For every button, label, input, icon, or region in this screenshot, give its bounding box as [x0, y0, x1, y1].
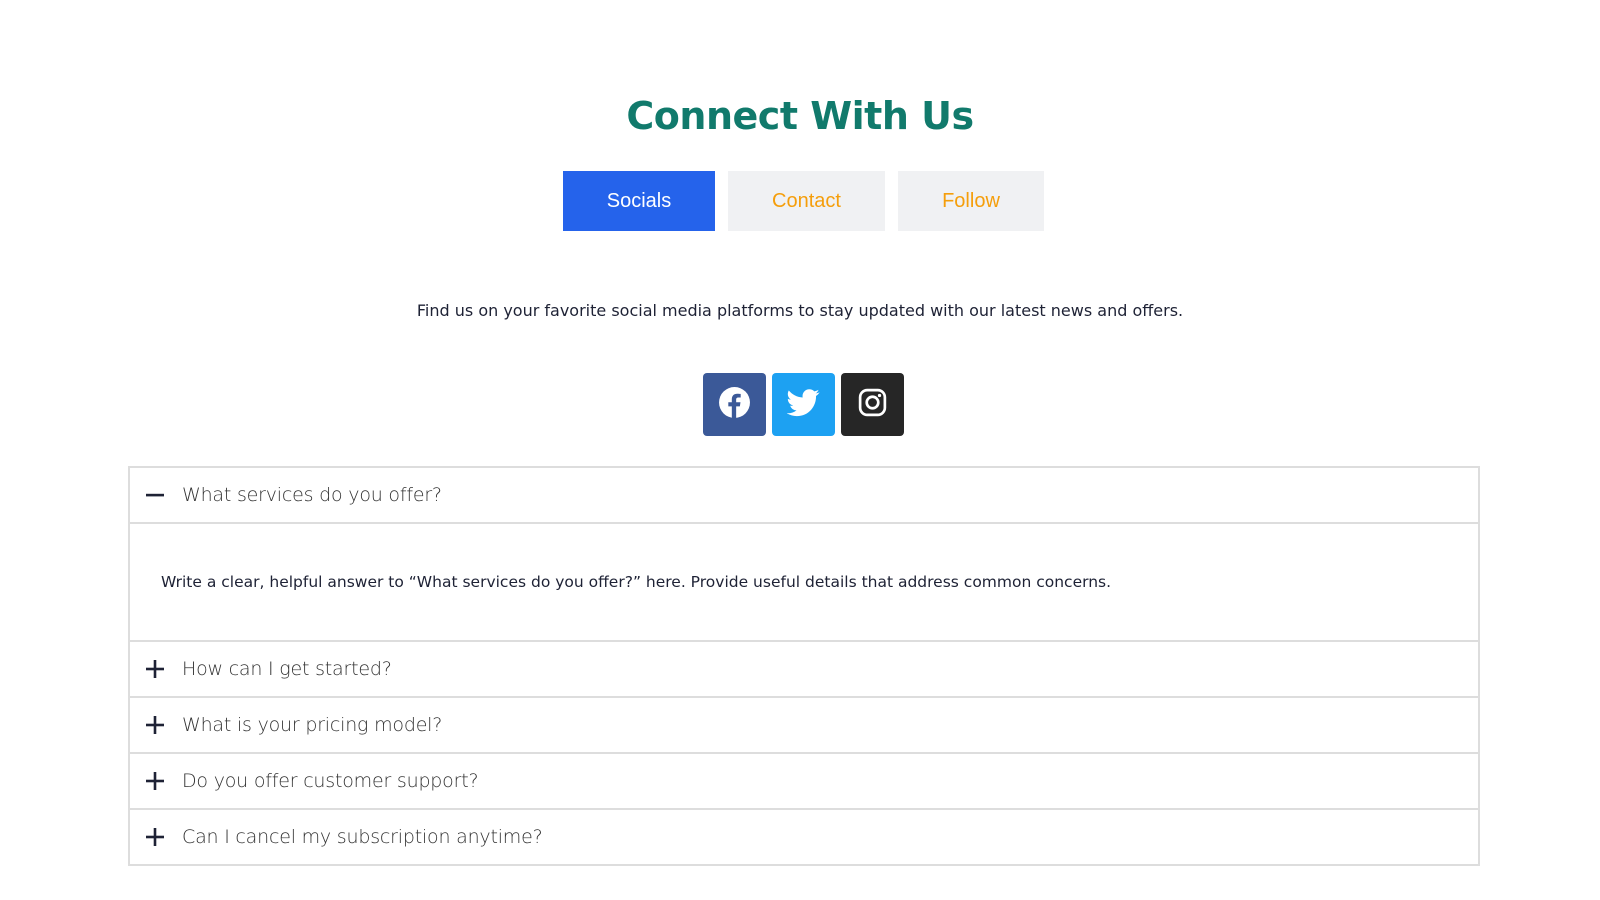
faq-answer: Write a clear, helpful answer to “What s…	[130, 522, 1478, 640]
faq-item: What services do you offer? Write a clea…	[130, 468, 1478, 642]
plus-icon	[142, 824, 168, 850]
plus-icon	[142, 712, 168, 738]
faq-question-text: Do you offer customer support?	[182, 770, 479, 792]
facebook-button[interactable]	[703, 373, 766, 436]
social-icons	[703, 373, 904, 436]
instagram-icon	[856, 386, 889, 423]
tab-follow[interactable]: Follow	[898, 171, 1044, 231]
plus-icon	[142, 656, 168, 682]
faq-question-pricing[interactable]: What is your pricing model?	[130, 698, 1478, 752]
faq-question-cancel[interactable]: Can I cancel my subscription anytime?	[130, 810, 1478, 864]
faq-item: What is your pricing model?	[130, 698, 1478, 754]
faq-question-text: What services do you offer?	[182, 484, 442, 506]
page-title: Connect With Us	[626, 94, 974, 138]
faq-item: Can I cancel my subscription anytime?	[130, 810, 1478, 864]
tagline: Find us on your favorite social media pl…	[416, 301, 1184, 320]
plus-icon	[142, 768, 168, 794]
faq-accordion: What services do you offer? Write a clea…	[128, 466, 1480, 866]
faq-question-text: Can I cancel my subscription anytime?	[182, 826, 543, 848]
twitter-icon	[786, 386, 820, 423]
page: Connect With Us Socials Contact Follow F…	[0, 0, 1600, 900]
faq-question-text: What is your pricing model?	[182, 714, 443, 736]
twitter-button[interactable]	[772, 373, 835, 436]
minus-icon	[142, 482, 168, 508]
facebook-icon	[718, 386, 751, 423]
tab-socials[interactable]: Socials	[563, 171, 715, 231]
faq-question-get-started[interactable]: How can I get started?	[130, 642, 1478, 696]
faq-question-support[interactable]: Do you offer customer support?	[130, 754, 1478, 808]
faq-item: How can I get started?	[130, 642, 1478, 698]
faq-item: Do you offer customer support?	[130, 754, 1478, 810]
faq-answer-text: Write a clear, helpful answer to “What s…	[161, 573, 1112, 591]
instagram-button[interactable]	[841, 373, 904, 436]
faq-question-services[interactable]: What services do you offer?	[130, 468, 1478, 522]
tab-contact[interactable]: Contact	[728, 171, 885, 231]
tab-bar: Socials Contact Follow	[563, 171, 1044, 231]
faq-question-text: How can I get started?	[182, 658, 392, 680]
